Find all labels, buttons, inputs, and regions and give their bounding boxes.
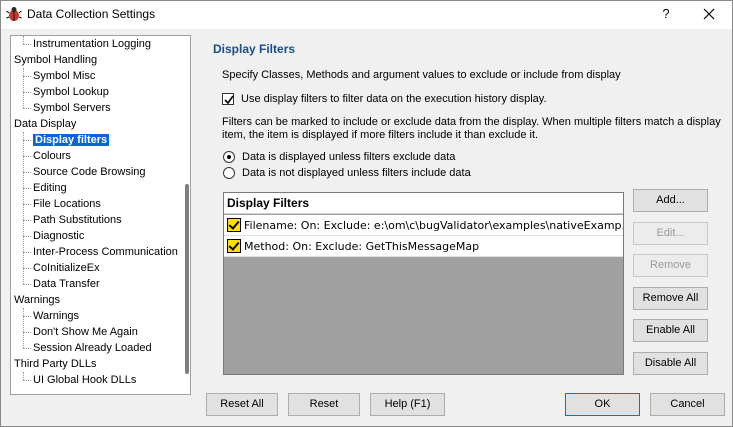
cancel-button[interactable]: Cancel [650, 393, 725, 416]
tree-connector [23, 156, 31, 157]
tree-item-ui-global-hook-dlls[interactable]: UI Global Hook DLLs [33, 373, 136, 388]
help-icon[interactable]: ? [656, 3, 676, 25]
checkmark-icon [224, 95, 234, 105]
help-button[interactable]: Help (F1) [370, 393, 445, 416]
filter-enabled-checkbox[interactable] [227, 218, 241, 232]
tree-item-inter-process-communication[interactable]: Inter-Process Communication [33, 245, 178, 260]
tree-connector [23, 204, 31, 205]
radio-unless-exclude[interactable] [223, 151, 235, 163]
title-bar: Data Collection Settings ? [1, 1, 732, 29]
tree-item-third-party-dlls[interactable]: Third Party DLLs [14, 357, 97, 372]
tree-item-display-filters[interactable]: Display filters [33, 133, 110, 148]
tree-connector [23, 108, 31, 109]
tree-item-source-code-browsing[interactable]: Source Code Browsing [33, 165, 146, 180]
section-heading: Display Filters [213, 42, 296, 56]
reset-button[interactable]: Reset [288, 393, 360, 416]
window-title: Data Collection Settings [27, 7, 156, 21]
tree-connector [23, 44, 31, 45]
edit-button[interactable]: Edit... [633, 222, 708, 245]
display-filters-list[interactable]: Display Filters Filename: On: Exclude: e… [223, 192, 624, 375]
tree-vertical-scrollbar[interactable] [183, 36, 190, 394]
radio-unless-exclude-row[interactable]: Data is displayed unless filters exclude… [223, 151, 455, 163]
add-button[interactable]: Add... [633, 189, 708, 212]
tree-connector [23, 268, 31, 269]
tree-connector [23, 92, 31, 93]
ok-button[interactable]: OK [565, 393, 640, 416]
tree-item-data-transfer[interactable]: Data Transfer [33, 277, 100, 292]
tree-connector [23, 316, 31, 317]
disable-all-button[interactable]: Disable All [633, 352, 708, 375]
close-icon[interactable] [697, 3, 721, 25]
filter-text: Filename: On: Exclude: e:\om\c\bugValida… [244, 218, 623, 232]
tree-item-symbol-misc[interactable]: Symbol Misc [33, 69, 95, 84]
tree-item-colours[interactable]: Colours [33, 149, 71, 164]
tree-vertical-scroll-thumb[interactable] [185, 184, 189, 374]
bug-app-icon [6, 7, 22, 21]
tree-item-warnings-child[interactable]: Warnings [33, 309, 79, 324]
tree-item-instrumentation-logging[interactable]: Instrumentation Logging [33, 37, 151, 52]
tree-connector [23, 76, 31, 77]
radio-unless-exclude-label: Data is displayed unless filters exclude… [242, 151, 456, 163]
use-filters-checkbox-row[interactable]: Use display filters to filter data on th… [222, 93, 547, 105]
tree-item-coinitializeex[interactable]: CoInitializeEx [33, 261, 100, 276]
tree-item-session-already-loaded[interactable]: Session Already Loaded [33, 341, 152, 356]
filter-text: Method: On: Exclude: GetThisMessageMap [244, 239, 480, 253]
radio-unless-include-label: Data is not displayed unless filters inc… [242, 167, 471, 179]
tree-connector [23, 132, 24, 284]
list-item[interactable]: Method: On: Exclude: GetThisMessageMap [224, 236, 623, 257]
radio-unless-include-row[interactable]: Data is not displayed unless filters inc… [223, 167, 471, 179]
tree-connector [23, 68, 24, 108]
tree-connector [23, 36, 24, 44]
tree-connector [23, 220, 31, 221]
tree-connector [23, 188, 31, 189]
filter-enabled-checkbox[interactable] [227, 239, 241, 253]
tree-item-symbol-handling[interactable]: Symbol Handling [14, 53, 97, 68]
reset-all-button[interactable]: Reset All [206, 393, 278, 416]
tree-item-diagnostic[interactable]: Diagnostic [33, 229, 84, 244]
tree-item-editing[interactable]: Editing [33, 181, 67, 196]
tree-item-data-display[interactable]: Data Display [14, 117, 76, 132]
section-description: Specify Classes, Methods and argument va… [222, 69, 621, 81]
tree-connector [23, 284, 31, 285]
settings-tree[interactable]: Instrumentation Logging Symbol Handling … [10, 35, 191, 395]
tree-item-symbol-lookup[interactable]: Symbol Lookup [33, 85, 109, 100]
radio-unless-include[interactable] [223, 167, 235, 179]
remove-button[interactable]: Remove [633, 254, 708, 277]
use-filters-label: Use display filters to filter data on th… [241, 93, 547, 105]
dialog-window: Data Collection Settings ? Instrumentati… [0, 0, 733, 427]
tree-item-file-locations[interactable]: File Locations [33, 197, 101, 212]
list-header: Display Filters [224, 193, 623, 214]
enable-all-button[interactable]: Enable All [633, 319, 708, 342]
tree-item-symbol-servers[interactable]: Symbol Servers [33, 101, 111, 116]
tree-connector [23, 140, 31, 141]
use-filters-checkbox[interactable] [222, 93, 234, 105]
remove-all-button[interactable]: Remove All [633, 287, 708, 310]
tree-item-warnings[interactable]: Warnings [14, 293, 60, 308]
tree-connector [23, 348, 31, 349]
tree-item-path-substitutions[interactable]: Path Substitutions [33, 213, 122, 228]
tree-connector [23, 308, 24, 348]
tree-connector [23, 252, 31, 253]
tree-item-dont-show-me-again[interactable]: Don't Show Me Again [33, 325, 138, 340]
tree-connector [23, 172, 31, 173]
tree-connector [23, 332, 31, 333]
tree-connector [23, 236, 31, 237]
filter-note: Filters can be marked to include or excl… [222, 116, 721, 141]
tree-connector [23, 372, 24, 380]
list-item[interactable]: Filename: On: Exclude: e:\om\c\bugValida… [224, 215, 623, 236]
tree-connector [23, 380, 31, 381]
